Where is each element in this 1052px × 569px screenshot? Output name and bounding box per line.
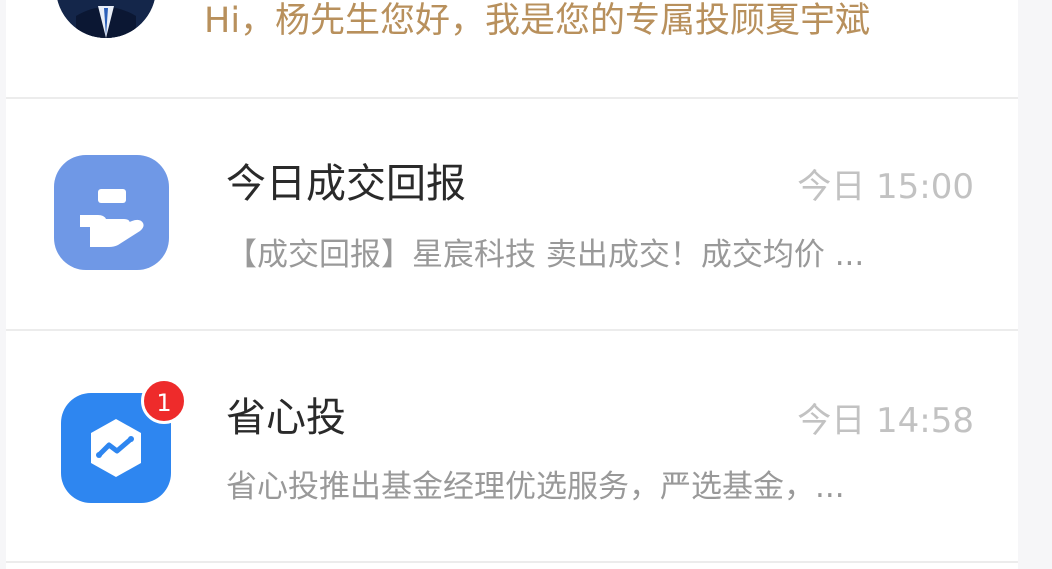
list-item-shengxintou[interactable]: 1 省心投 今日 14:58 省心投推出基金经理优选服务，严选基金，... [6,331,1018,563]
message-time: 今日 14:58 [797,401,974,441]
advisor-greeting-row[interactable]: Hi，杨先生您好，我是您的专属投顾夏宇斌 [6,0,1018,99]
message-title: 省心投 [226,395,346,441]
message-time: 今日 15:00 [797,167,974,207]
unread-badge: 1 [141,378,187,424]
message-list: Hi，杨先生您好，我是您的专属投顾夏宇斌 今日成交回报 今日 15:00 【成交… [6,0,1018,569]
message-preview: 省心投推出基金经理优选服务，严选基金，... [226,469,845,505]
message-preview: 【成交回报】星宸科技 卖出成交！成交均价 ... [226,237,865,273]
message-title: 今日成交回报 [226,161,466,207]
greeting-text: Hi，杨先生您好，我是您的专属投顾夏宇斌 [204,1,871,41]
advisor-avatar[interactable] [56,0,156,38]
list-item-trade-report[interactable]: 今日成交回报 今日 15:00 【成交回报】星宸科技 卖出成交！成交均价 ... [6,99,1018,331]
hand-card-icon [54,155,169,270]
